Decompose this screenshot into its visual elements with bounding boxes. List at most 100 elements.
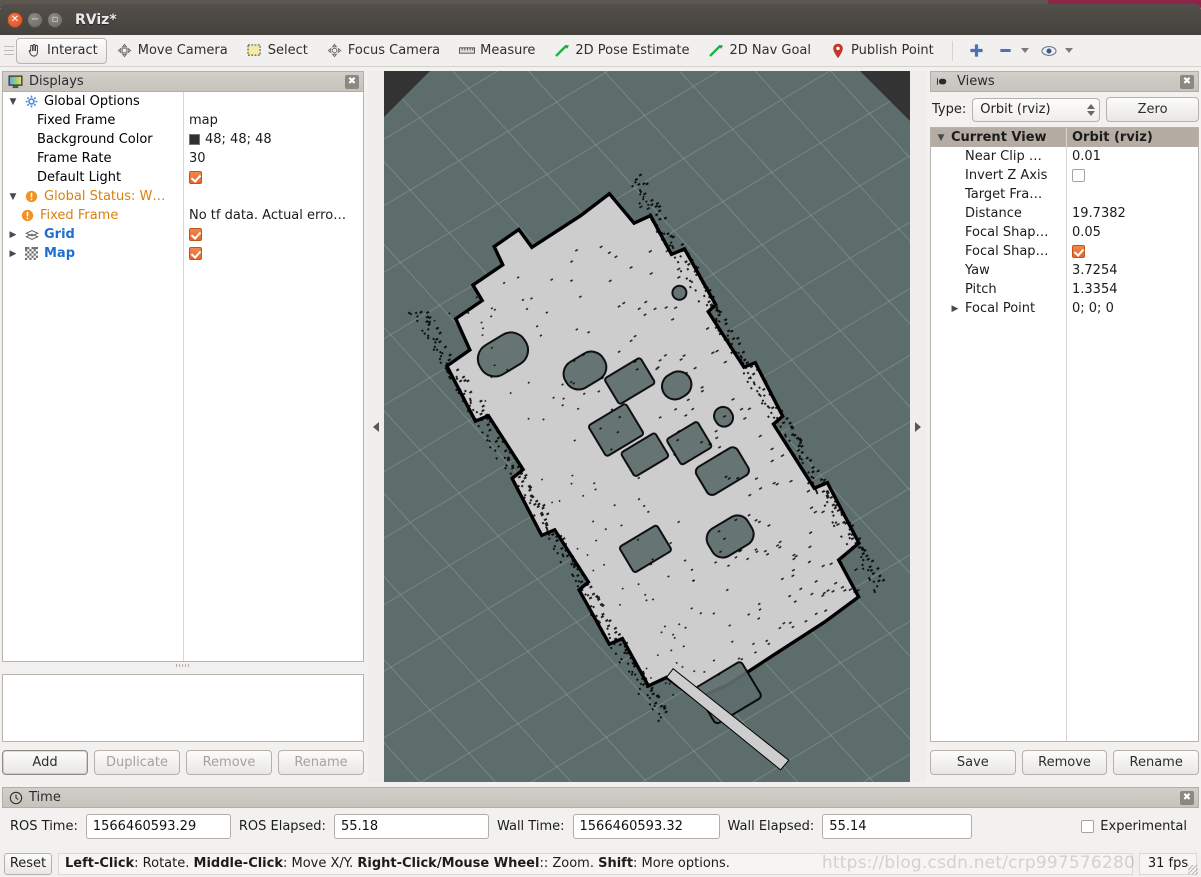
row-value-cell[interactable]: 0.05 (1066, 225, 1198, 240)
hint-fragment: :: Zoom. (539, 856, 599, 871)
wall-elapsed-input[interactable]: 55.14 (822, 814, 973, 839)
current-view-header-cell[interactable]: ▼ Current View (931, 130, 1066, 145)
hand-cursor-icon (25, 42, 42, 59)
time-panel-title: Time (29, 790, 61, 805)
minimize-icon[interactable]: − (27, 11, 43, 28)
remove-button[interactable]: Remove (186, 750, 272, 775)
right-splitter-handle[interactable] (910, 71, 926, 782)
color-swatch[interactable] (189, 134, 200, 145)
chevron-right-icon[interactable]: ▶ (949, 304, 961, 314)
tool-move-camera[interactable]: Move Camera (107, 38, 237, 64)
tool-remove-panel[interactable] (991, 38, 1035, 64)
row-value-cell[interactable] (1066, 169, 1198, 182)
row-value-cell[interactable] (183, 228, 363, 241)
tool-2d-nav-goal[interactable]: 2D Nav Goal (698, 38, 820, 64)
row-label: Invert Z Axis (965, 168, 1048, 183)
view-type-select[interactable]: Orbit (rviz) (972, 97, 1101, 122)
row-value-cell[interactable]: map (183, 113, 363, 128)
row-checkbox[interactable] (189, 228, 202, 241)
views-tree-row[interactable]: ▶ Focal Point 0; 0; 0 (931, 299, 1198, 318)
row-value-cell[interactable]: No tf data. Actual erro… (183, 208, 363, 223)
maximize-icon[interactable]: ▫ (47, 11, 63, 28)
ros-time-input[interactable]: 1566460593.29 (85, 814, 231, 839)
views-tree[interactable]: ▼ Current View Orbit (rviz) Near Clip … 0… (930, 127, 1199, 742)
duplicate-button[interactable]: Duplicate (94, 750, 180, 775)
displays-monitor-icon (7, 73, 24, 90)
remove-view-button[interactable]: Remove (1021, 750, 1108, 775)
views-tree-row[interactable]: Distance 19.7382 (931, 204, 1198, 223)
tool-add-panel[interactable] (962, 38, 991, 64)
chevron-down-icon[interactable]: ▼ (7, 97, 19, 107)
chevron-right-icon[interactable]: ▶ (7, 249, 19, 259)
views-tree-row[interactable]: Focal Shap… (931, 242, 1198, 261)
column-splitter[interactable] (1066, 128, 1067, 741)
views-tree-header: ▼ Current View Orbit (rviz) (931, 128, 1198, 147)
save-view-button[interactable]: Save (930, 750, 1016, 775)
displays-tree[interactable]: ▼ Global Options Fixed Frame map Background … (2, 92, 364, 662)
rename-button[interactable]: Rename (278, 750, 364, 775)
close-icon[interactable]: ✖ (1180, 790, 1194, 805)
row-value-cell[interactable] (183, 171, 363, 184)
tool-measure[interactable]: Measure (449, 38, 544, 64)
toolbar-grip[interactable] (4, 42, 14, 60)
views-panel-title: Views (957, 74, 995, 89)
spinner-icon[interactable] (1087, 103, 1096, 116)
row-value-cell[interactable]: 0.01 (1066, 149, 1198, 164)
chevron-down-icon[interactable]: ▼ (7, 192, 19, 202)
row-value-cell[interactable]: 1.3354 (1066, 282, 1198, 297)
ros-elapsed-input[interactable]: 55.18 (333, 814, 489, 839)
tool-2d-pose-estimate[interactable]: 2D Pose Estimate (544, 38, 698, 64)
row-value-cell[interactable]: 3.7254 (1066, 263, 1198, 278)
views-tree-row[interactable]: Invert Z Axis (931, 166, 1198, 185)
row-checkbox[interactable] (1072, 245, 1085, 258)
map-pin-icon (829, 42, 846, 59)
row-value-cell[interactable] (183, 247, 363, 260)
rename-view-button[interactable]: Rename (1113, 750, 1200, 775)
experimental-toggle[interactable]: Experimental (1081, 819, 1195, 834)
row-value-cell[interactable]: 19.7382 (1066, 206, 1198, 221)
row-label: Distance (965, 206, 1022, 221)
row-value-cell[interactable] (1066, 245, 1198, 258)
close-icon[interactable]: ✖ (1180, 74, 1194, 89)
collapse-right-arrow-icon[interactable] (915, 421, 921, 432)
tool-interact[interactable]: Interact (16, 37, 107, 64)
reset-button[interactable]: Reset (4, 852, 52, 875)
tool-visibility[interactable] (1035, 38, 1079, 64)
row-checkbox[interactable] (1072, 169, 1085, 182)
close-icon[interactable]: ✖ (345, 74, 359, 89)
zero-button[interactable]: Zero (1106, 97, 1199, 122)
views-tree-row[interactable]: Target Fra… (931, 185, 1198, 204)
tool-focus-camera[interactable]: Focus Camera (317, 38, 449, 64)
panel-resize-grip[interactable] (2, 662, 364, 668)
chevron-right-icon[interactable]: ▶ (7, 230, 19, 240)
hint-fragment: : Move X/Y. (283, 856, 358, 871)
row-checkbox[interactable] (189, 171, 202, 184)
column-splitter[interactable] (183, 92, 184, 661)
row-value-cell[interactable]: 30 (183, 151, 363, 166)
views-tree-row[interactable]: Pitch 1.3354 (931, 280, 1198, 299)
chevron-down-icon[interactable]: ▼ (935, 133, 947, 143)
collapse-left-arrow-icon[interactable] (373, 421, 379, 432)
chevron-down-icon[interactable] (1020, 48, 1029, 53)
tool-publish-point[interactable]: Publish Point (820, 38, 943, 64)
wall-time-input[interactable]: 1566460593.32 (572, 814, 720, 839)
row-value: 0.01 (1072, 149, 1101, 164)
render-viewport-3d[interactable] (384, 71, 913, 782)
row-value-cell[interactable]: 48; 48; 48 (183, 132, 363, 147)
green-arrow-icon (707, 42, 724, 59)
status-hint-text: Left-Click: Rotate. Middle-Click: Move X… (58, 852, 1133, 875)
chevron-down-icon[interactable] (1064, 48, 1073, 53)
views-tree-row[interactable]: Yaw 3.7254 (931, 261, 1198, 280)
window-resize-grip[interactable] (1188, 865, 1198, 875)
tool-2d-nav-goal-label: 2D Nav Goal (729, 43, 812, 58)
views-tree-row[interactable]: Near Clip … 0.01 (931, 147, 1198, 166)
tool-select[interactable]: Select (237, 38, 317, 64)
close-icon[interactable]: ✕ (7, 11, 23, 28)
left-splitter-handle[interactable] (368, 71, 384, 782)
experimental-checkbox[interactable] (1081, 820, 1095, 833)
row-label: Frame Rate (37, 151, 112, 166)
views-tree-row[interactable]: Focal Shap… 0.05 (931, 223, 1198, 242)
add-button[interactable]: Add (2, 750, 88, 775)
row-value-cell[interactable]: 0; 0; 0 (1066, 301, 1198, 316)
row-checkbox[interactable] (189, 247, 202, 260)
